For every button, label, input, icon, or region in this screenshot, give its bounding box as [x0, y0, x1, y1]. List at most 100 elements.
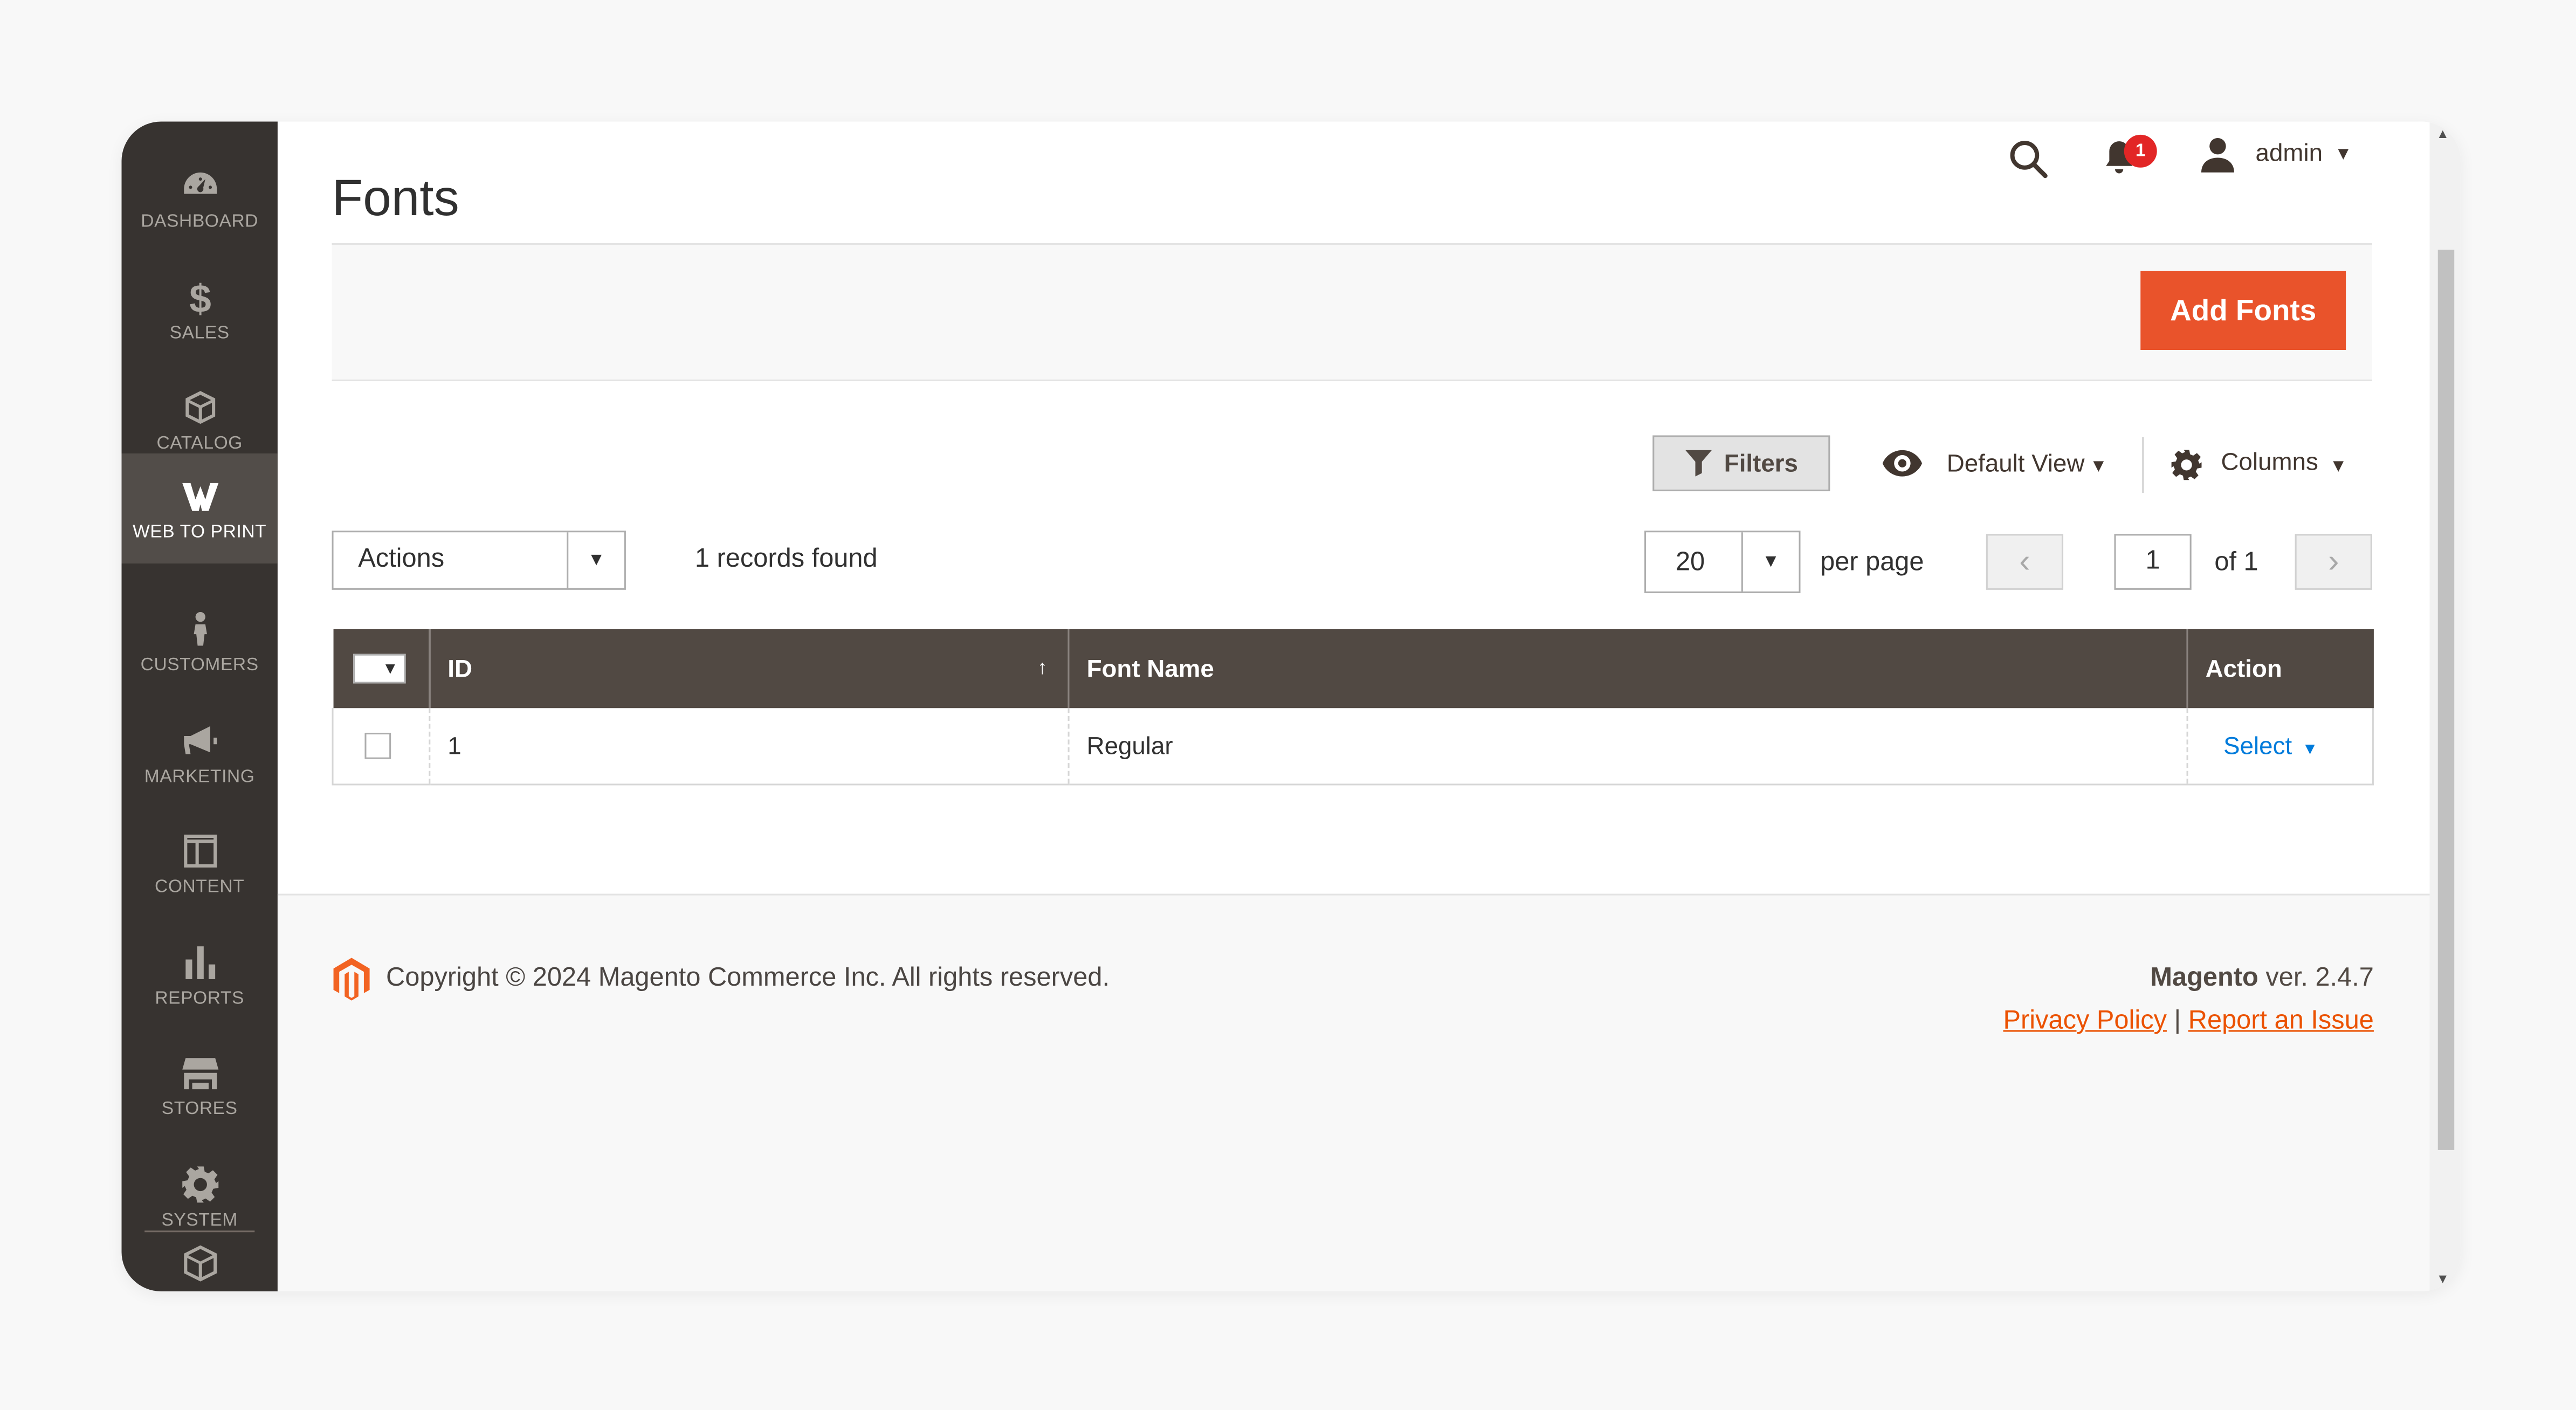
- user-icon[interactable]: [2200, 136, 2236, 173]
- cell-id: 1: [428, 708, 1068, 786]
- gear-icon: [181, 1165, 218, 1202]
- chevron-down-icon: ▼: [382, 659, 398, 678]
- box-icon: [184, 390, 215, 423]
- sidebar-item-reports[interactable]: REPORTS: [121, 920, 277, 1030]
- filters-label: Filters: [1724, 449, 1798, 478]
- actions-label: Actions: [358, 545, 445, 574]
- mass-actions-select[interactable]: Actions ▼: [332, 531, 626, 590]
- bar-chart-icon: [184, 945, 215, 979]
- brand-name: Magento: [2150, 964, 2258, 993]
- storefront-icon: [181, 1057, 218, 1089]
- scrollbar-thumb[interactable]: [2437, 250, 2455, 1150]
- sidebar-item-label: CATALOG: [156, 432, 243, 453]
- row-select-cell: [332, 708, 429, 786]
- copyright-text: Copyright © 2024 Magento Commerce Inc. A…: [386, 964, 1110, 993]
- sidebar-divider: [144, 1230, 255, 1233]
- chevron-down-icon[interactable]: ▼: [1741, 532, 1799, 591]
- sidebar-item-content[interactable]: CONTENT: [121, 808, 277, 918]
- chevron-down-icon: ▼: [2302, 740, 2318, 759]
- column-header-action: Action: [2186, 629, 2373, 709]
- person-icon: [193, 611, 206, 645]
- column-header-font-name[interactable]: Font Name: [1067, 629, 2187, 709]
- sidebar-item-label: CUSTOMERS: [140, 655, 259, 675]
- records-found: 1 records found: [694, 545, 878, 574]
- admin-sidebar: DASHBOARD $ SALES CATALOG WEB TO PRINT C…: [121, 121, 278, 1291]
- columns-dropdown[interactable]: Columns: [2221, 449, 2318, 477]
- column-header-id[interactable]: ID ↑: [428, 629, 1068, 709]
- sidebar-item-label: MARKETING: [144, 766, 255, 786]
- add-fonts-button[interactable]: Add Fonts: [2140, 271, 2346, 350]
- scroll-down-arrow-icon[interactable]: ▼: [2436, 1271, 2449, 1286]
- column-header-label: ID: [447, 655, 473, 683]
- row-action-select[interactable]: Select ▼: [2223, 732, 2318, 760]
- footer-links: Privacy Policy | Report an Issue: [2003, 1007, 2374, 1037]
- toolbar-divider: [2142, 437, 2144, 493]
- chevron-down-icon[interactable]: ▼: [2334, 145, 2352, 164]
- per-page-select[interactable]: 20 ▼: [1644, 531, 1801, 593]
- admin-user-menu[interactable]: admin: [2256, 140, 2323, 168]
- page-actions-bar: Add Fonts: [332, 243, 2372, 381]
- sidebar-item-label: REPORTS: [155, 988, 245, 1008]
- funnel-icon: [1686, 450, 1713, 477]
- sidebar-item-label: SYSTEM: [161, 1210, 238, 1230]
- link-separator: |: [2174, 1007, 2181, 1035]
- gear-icon[interactable]: [2170, 449, 2203, 482]
- megaphone-icon: [183, 725, 216, 754]
- filters-button[interactable]: Filters: [1652, 435, 1830, 492]
- cell-action: Select ▼: [2186, 708, 2374, 786]
- admin-window: DASHBOARD $ SALES CATALOG WEB TO PRINT C…: [121, 121, 2461, 1291]
- sidebar-item-customers[interactable]: CUSTOMERS: [121, 587, 277, 697]
- page-footer: Copyright © 2024 Magento Commerce Inc. A…: [277, 893, 2430, 1291]
- version-number: ver. 2.4.7: [2258, 964, 2374, 993]
- row-action-label: Select: [2223, 732, 2292, 760]
- extensions-cube-icon: [183, 1245, 216, 1282]
- mass-select-header[interactable]: ▼: [333, 629, 429, 709]
- column-header-label: Font Name: [1086, 655, 1214, 683]
- main-content: Fonts 1 admin ▼ Add Fonts Filters Defaul…: [277, 121, 2430, 1291]
- fonts-grid: ▼ ID ↑ Font Name Action 1 Regular Select…: [332, 629, 2374, 786]
- layout-icon: [183, 834, 216, 867]
- eye-icon[interactable]: [1881, 449, 1924, 478]
- chevron-left-icon: ‹: [2019, 543, 2030, 580]
- sidebar-item-label: SALES: [169, 322, 230, 343]
- chevron-down-icon[interactable]: ▼: [567, 532, 624, 588]
- column-header-label: Action: [2205, 655, 2282, 683]
- per-page-label: per page: [1820, 548, 1924, 577]
- mass-select-checkbox[interactable]: ▼: [352, 654, 405, 684]
- sidebar-item-extensions[interactable]: [121, 1244, 277, 1291]
- sidebar-item-label: WEB TO PRINT: [133, 521, 267, 541]
- page-scrollbar[interactable]: ▲ ▼: [2429, 121, 2461, 1291]
- sort-ascending-icon: ↑: [1037, 655, 1048, 679]
- row-checkbox[interactable]: [364, 732, 391, 759]
- cell-font-name: Regular: [1067, 708, 2187, 786]
- magento-logo-icon: [333, 958, 370, 1001]
- svg-text:$: $: [189, 277, 211, 316]
- grid-header-row: ▼ ID ↑ Font Name Action: [333, 629, 2373, 709]
- sidebar-item-marketing[interactable]: MARKETING: [121, 698, 277, 808]
- version-info: Magento ver. 2.4.7: [2150, 965, 2374, 994]
- total-pages: of 1: [2214, 548, 2258, 577]
- scroll-up-arrow-icon[interactable]: ▲: [2436, 127, 2449, 141]
- chevron-down-icon[interactable]: ▼: [2090, 457, 2107, 477]
- page-number-input[interactable]: [2114, 534, 2192, 590]
- per-page-value: 20: [1675, 548, 1705, 577]
- page-title: Fonts: [332, 169, 459, 226]
- w-logo-icon: [181, 482, 218, 511]
- sidebar-item-stores[interactable]: STORES: [121, 1030, 277, 1140]
- sidebar-item-web-to-print[interactable]: WEB TO PRINT: [121, 453, 278, 564]
- sidebar-item-label: STORES: [161, 1098, 238, 1118]
- search-icon[interactable]: [2007, 138, 2050, 181]
- next-page-button[interactable]: ›: [2295, 534, 2372, 590]
- sidebar-item-label: CONTENT: [155, 876, 245, 897]
- privacy-policy-link[interactable]: Privacy Policy: [2003, 1007, 2167, 1035]
- previous-page-button[interactable]: ‹: [1986, 534, 2064, 590]
- chevron-down-icon[interactable]: ▼: [2330, 457, 2347, 477]
- report-issue-link[interactable]: Report an Issue: [2188, 1007, 2374, 1035]
- sidebar-item-dashboard[interactable]: DASHBOARD: [121, 143, 277, 253]
- notification-badge: 1: [2124, 134, 2157, 168]
- default-view-dropdown[interactable]: Default View: [1947, 450, 2085, 478]
- table-row: 1 Regular Select ▼: [332, 708, 2374, 786]
- dashboard-icon: [183, 171, 216, 194]
- sidebar-item-system[interactable]: SYSTEM: [121, 1142, 277, 1252]
- sidebar-item-sales[interactable]: $ SALES: [121, 255, 277, 364]
